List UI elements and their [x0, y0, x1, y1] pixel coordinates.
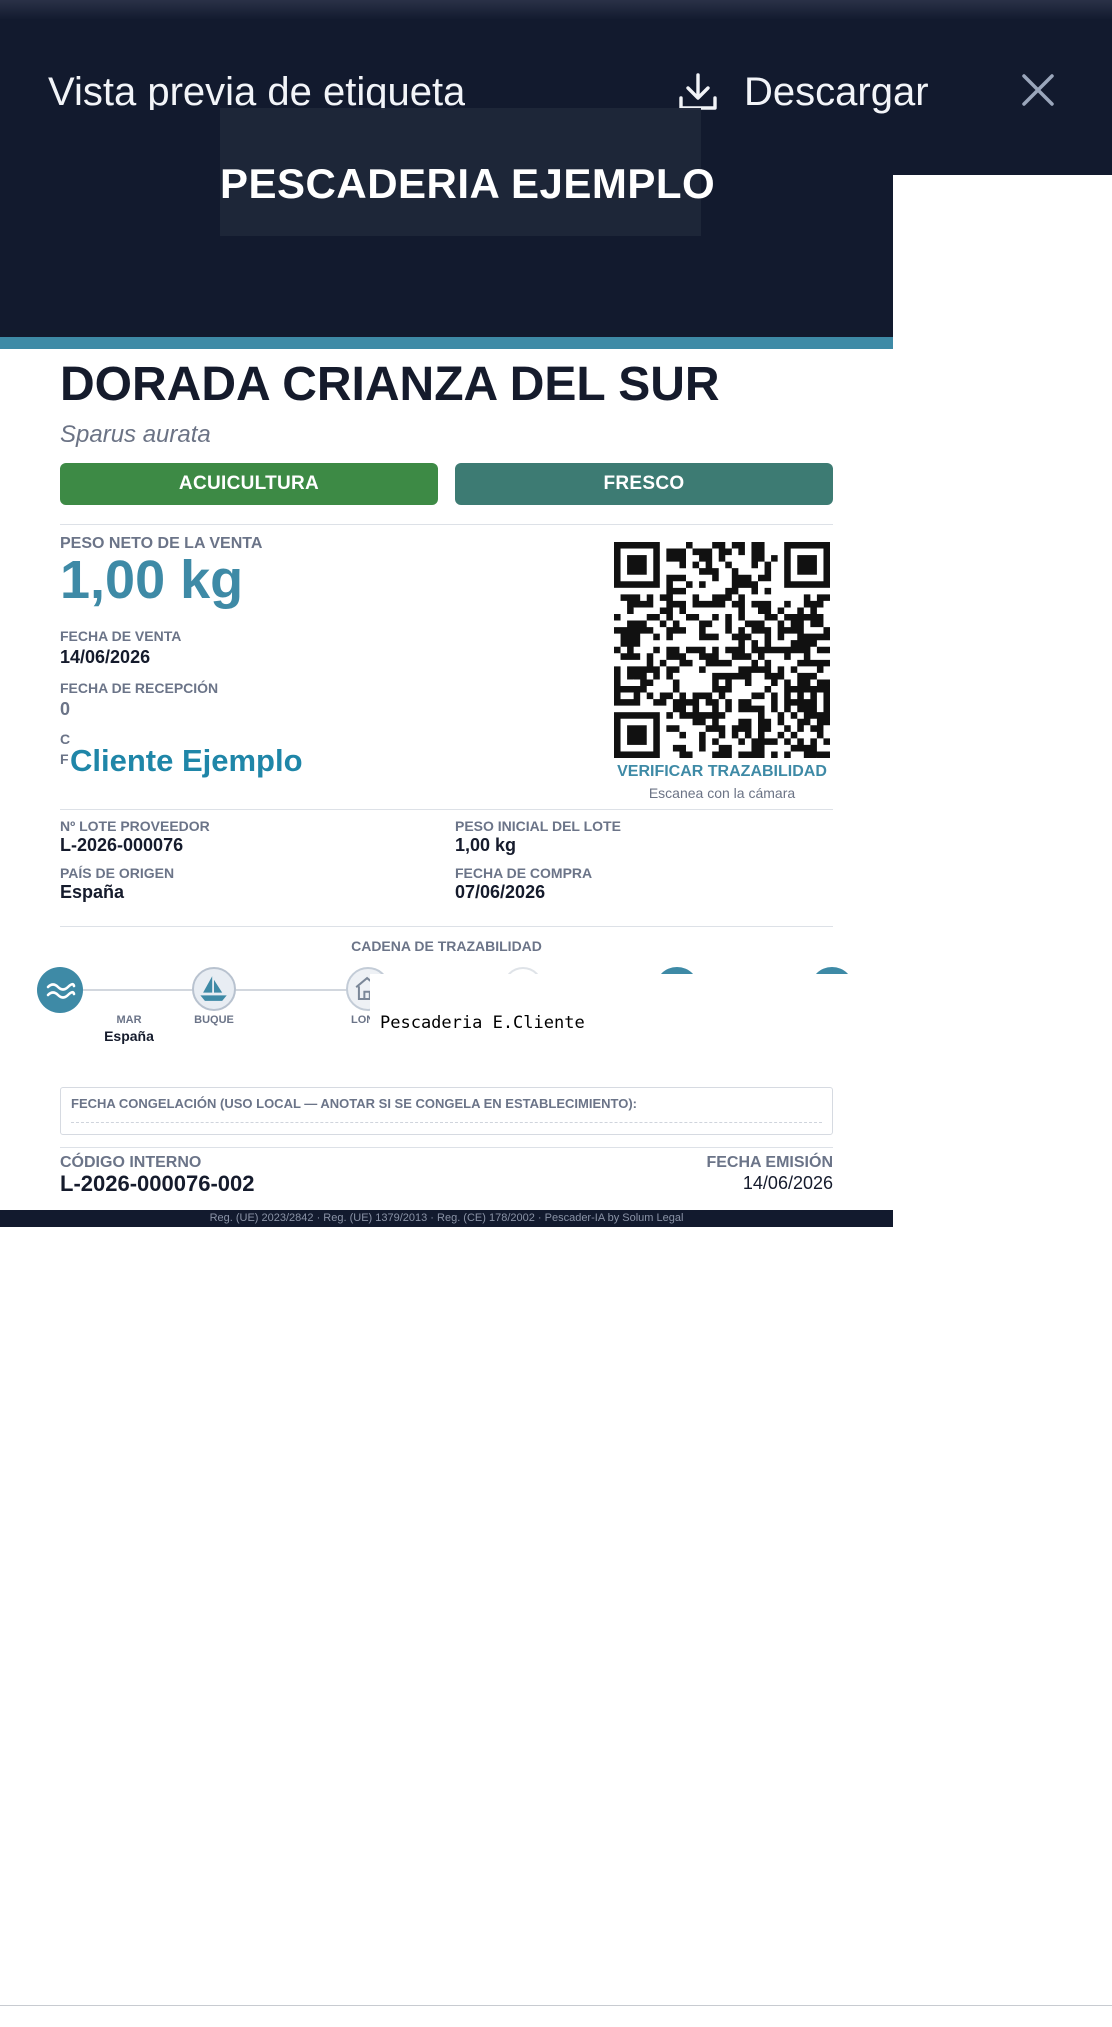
header-shade	[0, 0, 1112, 20]
download-button[interactable]: Descargar	[676, 64, 929, 120]
client-label-initial: C	[60, 731, 71, 747]
chain-node-sea	[37, 967, 83, 1013]
scientific-name: Sparus aurata	[60, 421, 211, 448]
initial-weight-label: PESO INICIAL DEL LOTE	[455, 818, 621, 834]
client-name: Cliente Ejemplo	[70, 743, 303, 779]
reception-date-label: FECHA DE RECEPCIÓN	[60, 680, 219, 696]
chain-node-boat-label: BUQUE	[194, 1014, 234, 1026]
origin-country-value: España	[60, 882, 125, 902]
chain-node-boat	[192, 967, 236, 1011]
initial-weight-value: 1,00 kg	[455, 835, 517, 855]
divider	[60, 524, 833, 525]
client-label-fragment: F	[60, 751, 69, 767]
freezing-date-field[interactable]: FECHA CONGELACIÓN (USO LOCAL — ANOTAR SI…	[60, 1087, 833, 1135]
production-method-badge: ACUICULTURA	[60, 463, 438, 505]
issue-date-value: 14/06/2026	[742, 1173, 833, 1193]
presentation-badge: FRESCO	[455, 463, 833, 505]
net-weight-value: 1,00 kg	[60, 550, 244, 610]
issue-date-label: FECHA EMISIÓN	[706, 1154, 833, 1171]
supplier-lot-label: Nº LOTE PROVEEDOR	[60, 818, 210, 834]
label-accent-stripe	[0, 337, 893, 349]
qr-finder-pattern	[614, 542, 660, 588]
store-name: PESCADERIA EJEMPLO	[220, 160, 716, 207]
internal-code-label: CÓDIGO INTERNO	[60, 1154, 202, 1171]
divider	[60, 1147, 833, 1148]
label-preview: DORADA CRIANZA DEL SUR Sparus aurata ACU…	[0, 349, 893, 1227]
traceability-chain-title: CADENA DE TRAZABILIDAD	[351, 938, 542, 954]
close-icon[interactable]	[1016, 68, 1060, 112]
internal-code-value: L-2026-000076-002	[60, 1171, 255, 1196]
freezing-date-label: FECHA CONGELACIÓN (USO LOCAL — ANOTAR SI…	[71, 1096, 637, 1111]
origin-country-label: PAÍS DE ORIGEN	[60, 865, 175, 881]
boat-icon	[200, 976, 227, 1001]
qr-finder-pattern	[784, 542, 830, 588]
purchase-date-label: FECHA DE COMPRA	[455, 865, 593, 881]
scan-hint: Escanea con la cámara	[648, 785, 796, 801]
sale-date-label: FECHA DE VENTA	[60, 628, 182, 644]
bottom-divider	[0, 2005, 1112, 2006]
reception-date-value: 0	[60, 699, 71, 719]
chain-node-sea-label: MAR	[116, 1014, 142, 1026]
regulation-footer: Reg. (UE) 2023/2842 · Reg. (UE) 1379/201…	[0, 1210, 893, 1227]
chain-node-market-label: LONJ	[351, 1014, 381, 1026]
purchase-date-value: 07/06/2026	[455, 882, 546, 902]
modal-title: Vista previa de etiqueta	[48, 70, 466, 110]
product-name: DORADA CRIANZA DEL SUR	[60, 358, 720, 411]
chain-overlay-mask	[370, 974, 893, 1044]
verify-traceability-label: VERIFICAR TRAZABILIDAD	[617, 763, 827, 780]
supplier-lot-value: L-2026-000076	[60, 835, 184, 855]
download-label: Descargar	[744, 69, 929, 114]
waves-icon	[46, 982, 76, 999]
qr-finder-pattern	[614, 712, 660, 758]
chain-node-sea-value: España	[104, 1028, 154, 1044]
freezing-date-line	[71, 1122, 822, 1123]
divider	[60, 926, 833, 927]
divider	[60, 809, 833, 810]
sale-date-value: 14/06/2026	[60, 647, 151, 667]
chain-overlay-text: Pescaderia E.Cliente	[380, 1013, 585, 1033]
qr-code[interactable]	[614, 542, 830, 758]
